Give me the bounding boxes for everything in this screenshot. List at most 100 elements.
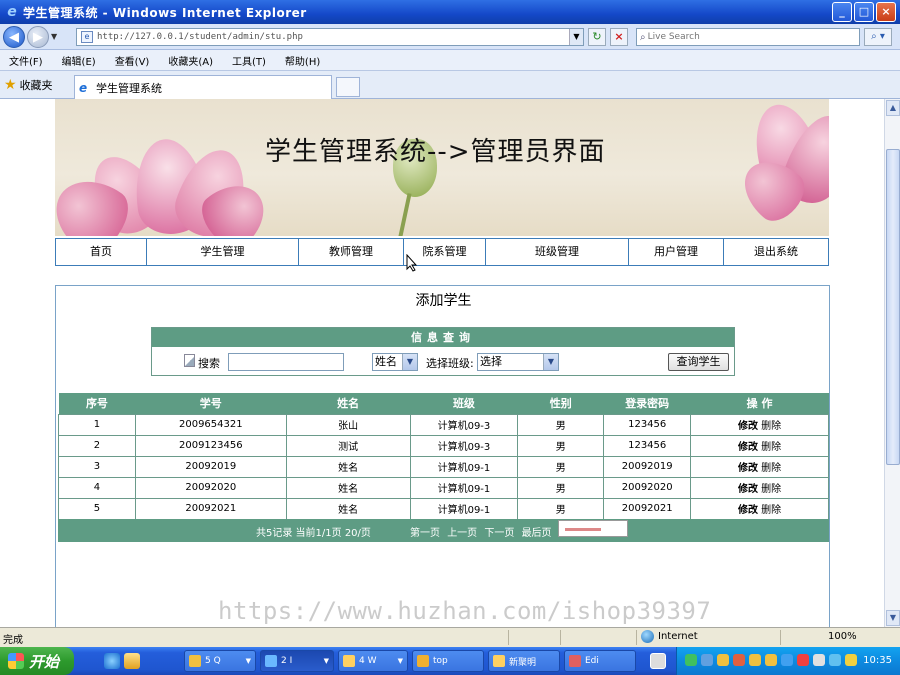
class-select[interactable]: 选择 ▼ [477, 353, 559, 371]
tray-icon[interactable] [701, 654, 713, 666]
lotus-stem [398, 193, 412, 236]
search-input[interactable] [228, 353, 344, 371]
search-panel: 信息查询 搜索 姓名 ▼ 选择班级: 选择 ▼ 查询学生 [151, 327, 735, 376]
network-icon[interactable] [829, 654, 841, 666]
tray-icon[interactable] [733, 654, 745, 666]
header-banner: 学生管理系统-->管理员界面 [55, 99, 829, 236]
class-select-value: 选择 [480, 355, 502, 368]
close-button[interactable]: × [876, 2, 896, 22]
shield-icon[interactable] [845, 654, 857, 666]
nav-students[interactable]: 学生管理 [147, 239, 299, 265]
tray-icon[interactable] [797, 654, 809, 666]
task-button-top[interactable]: top [412, 650, 484, 672]
qq-tray-icon[interactable] [765, 654, 777, 666]
edit-link[interactable]: 修改 [738, 484, 758, 495]
delete-link[interactable]: 删除 [761, 421, 781, 432]
table-row: 1 2009654321 张山 计算机09-3 男 123456 修改 删除 [58, 413, 829, 436]
new-tab-button[interactable] [336, 77, 360, 97]
tray-icon[interactable] [717, 654, 729, 666]
status-divider [636, 630, 637, 645]
task-button-text[interactable]: 新聚明 [488, 650, 560, 672]
url-dropdown-icon[interactable]: ▼ [569, 29, 583, 45]
search-field-select[interactable]: 姓名 ▼ [372, 353, 418, 371]
url-input[interactable] [97, 32, 567, 42]
desktop-icon[interactable] [650, 653, 666, 669]
minimize-button[interactable]: _ [832, 2, 852, 22]
page-title: 添加学生 [415, 293, 472, 309]
back-button[interactable]: ◀ [3, 26, 25, 48]
scroll-down-icon[interactable]: ▼ [886, 610, 900, 626]
tray-icon[interactable] [781, 654, 793, 666]
next-page-link[interactable]: 下一页 [484, 528, 514, 539]
security-zone[interactable]: Internet [641, 630, 698, 643]
prev-page-link[interactable]: 上一页 [447, 528, 477, 539]
chevron-down-icon[interactable]: ▼ [402, 354, 417, 370]
zoom-level[interactable]: 100% [828, 631, 857, 642]
edit-link[interactable]: 修改 [738, 505, 758, 516]
nav-home[interactable]: 首页 [56, 239, 147, 265]
col-header-class: 班级 [410, 393, 518, 414]
nav-classes[interactable]: 班级管理 [486, 239, 629, 265]
cell-no: 4 [58, 476, 136, 499]
first-page-link[interactable]: 第一页 [410, 528, 440, 539]
cell-id: 20092020 [134, 476, 287, 499]
stop-button[interactable]: × [610, 28, 628, 46]
windows-taskbar: 开始 5 Q ▼ 2 I ▼ 4 W ▼ top 新聚明 Edi 10:35 [0, 647, 900, 675]
scroll-thumb[interactable] [886, 149, 900, 465]
col-header-actions: 操 作 [690, 393, 829, 414]
table-row: 2 2009123456 测试 计算机09-3 男 123456 修改 删除 [58, 434, 829, 457]
window-title-bar[interactable]: e 学生管理系统 - Windows Internet Explorer _ □… [0, 0, 900, 24]
cell-class: 计算机09-3 [409, 434, 519, 457]
menu-favorites[interactable]: 收藏夹(A) [165, 53, 216, 68]
delete-link[interactable]: 删除 [761, 505, 781, 516]
search-go-button[interactable]: ⌕ ▾ [864, 28, 892, 46]
forward-button[interactable]: ▶ [27, 26, 49, 48]
address-field[interactable]: e ▼ [76, 28, 584, 46]
history-dropdown-icon[interactable]: ▼ [51, 32, 57, 41]
edit-link[interactable]: 修改 [738, 442, 758, 453]
page-icon: e [81, 31, 93, 43]
cell-password: 20092019 [603, 455, 692, 478]
tab-student-system[interactable]: e 学生管理系统 [74, 75, 332, 99]
task-button-ie[interactable]: 2 I ▼ [260, 650, 334, 672]
live-search-field[interactable]: ⌕ [636, 28, 860, 46]
task-button-editor[interactable]: Edi [564, 650, 636, 672]
query-student-button[interactable]: 查询学生 [668, 353, 729, 371]
edit-link[interactable]: 修改 [738, 421, 758, 432]
delete-link[interactable]: 删除 [761, 484, 781, 495]
delete-link[interactable]: 删除 [761, 463, 781, 474]
folder-icon [343, 655, 355, 667]
cell-class: 计算机09-1 [409, 476, 519, 499]
task-button-explorer[interactable]: 4 W ▼ [338, 650, 408, 672]
scroll-up-icon[interactable]: ▲ [886, 100, 900, 116]
vertical-scrollbar[interactable]: ▲ ▼ [884, 99, 900, 627]
volume-icon[interactable] [813, 654, 825, 666]
refresh-button[interactable]: ↻ [588, 28, 606, 46]
nav-logout[interactable]: 退出系统 [724, 239, 828, 265]
nav-users[interactable]: 用户管理 [629, 239, 724, 265]
cell-gender: 男 [517, 455, 605, 478]
menu-file[interactable]: 文件(F) [6, 53, 46, 68]
menu-view[interactable]: 查看(V) [112, 53, 153, 68]
window-title: 学生管理系统 - Windows Internet Explorer [23, 5, 307, 20]
tray-icon[interactable] [685, 654, 697, 666]
col-header-id: 学号 [135, 393, 287, 414]
start-button[interactable]: 开始 [0, 647, 74, 675]
delete-link[interactable]: 删除 [761, 442, 781, 453]
nav-teachers[interactable]: 教师管理 [299, 239, 404, 265]
favorites-button[interactable]: ★ 收藏夹 [4, 77, 53, 93]
maximize-button[interactable]: □ [854, 2, 874, 22]
menu-edit[interactable]: 编辑(E) [59, 53, 99, 68]
qq-tray-icon[interactable] [749, 654, 761, 666]
last-page-link[interactable]: 最后页 [522, 528, 552, 539]
task-button-qq[interactable]: 5 Q ▼ [184, 650, 256, 672]
page-jump-select[interactable] [558, 520, 628, 537]
ie-quicklaunch-icon[interactable] [104, 653, 120, 669]
menu-help[interactable]: 帮助(H) [282, 53, 323, 68]
edit-link[interactable]: 修改 [738, 463, 758, 474]
menu-tools[interactable]: 工具(T) [229, 53, 269, 68]
folder-quicklaunch-icon[interactable] [124, 653, 140, 669]
chevron-down-icon[interactable]: ▼ [543, 354, 558, 370]
table-header-row: 序号 学号 姓名 班级 性别 登录密码 操 作 [58, 393, 829, 414]
live-search-input[interactable] [647, 32, 848, 42]
